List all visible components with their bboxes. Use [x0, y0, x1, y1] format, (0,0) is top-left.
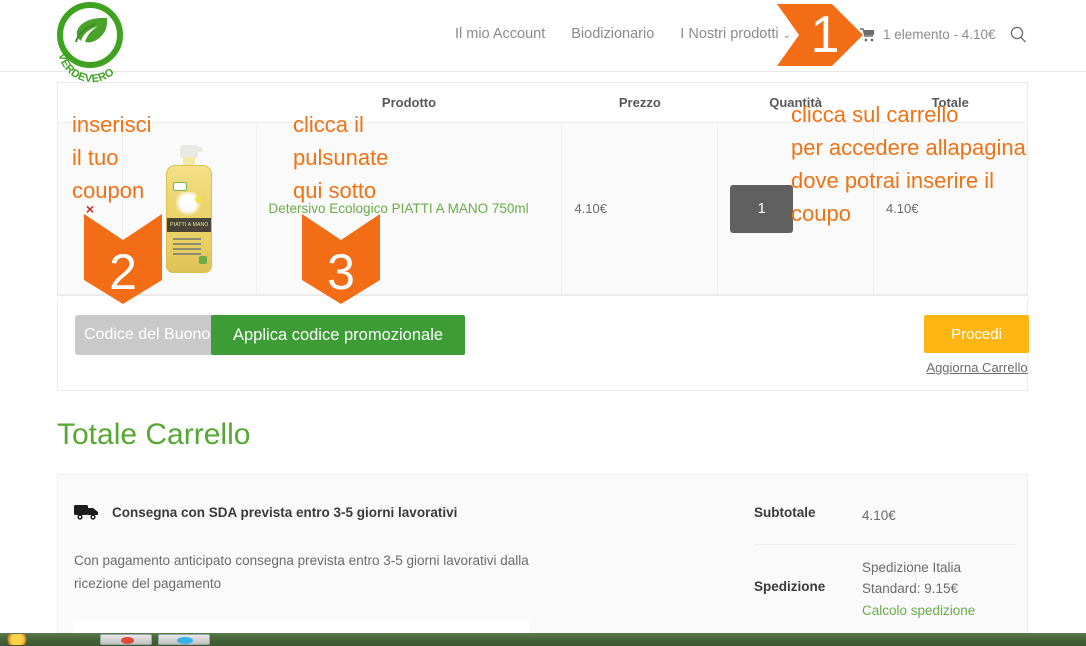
nav-item-prodotti[interactable]: I Nostri prodotti ⌄	[680, 26, 791, 42]
shipping-label: Spedizione	[754, 579, 826, 594]
table-row: × PIATTI A MANO Detersivo Ecologico PIAT…	[58, 122, 1027, 295]
proceed-button[interactable]: Procedi	[924, 315, 1029, 353]
shipping-method-price: Standard: 9.15€	[862, 581, 959, 596]
product-thumbnail: PIATTI A MANO	[161, 144, 217, 273]
cart-page: VERDEVERO Il mio Account Biodizionario I…	[0, 0, 1086, 646]
shipping-notice-body: Con pagamento anticipato consegna previs…	[74, 553, 529, 591]
main-nav: Il mio Account Biodizionario I Nostri pr…	[455, 26, 791, 42]
truck-icon	[74, 505, 98, 520]
cell-line-total: 4.10€	[873, 122, 1027, 295]
subtotal-value: 4.10€	[862, 508, 896, 523]
col-thumbnail	[122, 83, 257, 123]
site-logo[interactable]: VERDEVERO	[55, 2, 129, 86]
taskbar-item-1[interactable]	[100, 634, 152, 645]
col-total: Totale	[873, 83, 1027, 123]
quantity-stepper[interactable]: 1	[730, 184, 794, 233]
totals-row-shipping: Spedizione Spedizione Italia Standard: 9…	[754, 545, 1016, 634]
cart-table-body: × PIATTI A MANO Detersivo Ecologico PIAT…	[58, 122, 1027, 295]
col-price: Prezzo	[561, 83, 718, 123]
annotation-number-1: 1	[810, 6, 840, 64]
col-remove	[58, 83, 123, 123]
cart-summary[interactable]: 1 elemento - 4.10€	[860, 27, 996, 42]
col-product: Prodotto	[256, 83, 562, 123]
apply-coupon-button[interactable]: Applica codice promozionale	[211, 315, 466, 355]
logo-wordmark: VERDEVERO	[55, 42, 129, 86]
cart-summary-text: 1 elemento - 4.10€	[883, 27, 996, 42]
shipping-method-name: Spedizione Italia	[862, 560, 962, 575]
shipping-notice: Consegna con SDA prevista entro 3-5 gior…	[74, 503, 734, 595]
svg-text:VERDEVERO: VERDEVERO	[56, 52, 117, 86]
search-icon[interactable]	[1010, 26, 1027, 43]
page-title: Totale Carrello	[57, 418, 251, 451]
thumbnail-label: PIATTI A MANO	[170, 221, 209, 228]
shipping-notice-title: Consegna con SDA prevista entro 3-5 gior…	[112, 504, 458, 520]
coupon-row: Applica codice promozionale Procedi Aggi…	[57, 299, 1029, 391]
start-button-icon[interactable]	[4, 634, 30, 645]
calculate-shipping-link[interactable]: Calcolo spedizione	[862, 600, 1016, 621]
nav-item-prodotti-label: I Nostri prodotti	[680, 26, 779, 42]
annotation-arrow-2: 2	[82, 214, 164, 304]
nav-item-account[interactable]: Il mio Account	[455, 26, 545, 42]
annotation-number-2: 2	[109, 244, 137, 300]
totals-table: Subtotale 4.10€ Spedizione Spedizione It…	[754, 487, 1016, 646]
os-taskbar	[0, 633, 1086, 646]
leaf-icon	[75, 17, 107, 43]
cart-table-head: Prodotto Prezzo Quantità Totale	[58, 83, 1027, 123]
annotation-number-3: 3	[327, 244, 355, 300]
coupon-input[interactable]	[75, 315, 227, 355]
annotation-arrow-1: 1	[777, 2, 863, 68]
update-cart-link[interactable]: Aggiorna Carrello	[922, 360, 1032, 375]
subtotal-label: Subtotale	[754, 505, 816, 520]
taskbar-item-2[interactable]	[158, 634, 210, 645]
nav-item-biodizionario[interactable]: Biodizionario	[571, 26, 654, 42]
totals-row-subtotal: Subtotale 4.10€	[754, 487, 1016, 545]
annotation-arrow-3: 3	[300, 214, 382, 304]
cart-table-card: Prodotto Prezzo Quantità Totale × PIATTI…	[57, 82, 1028, 296]
cart-table: Prodotto Prezzo Quantità Totale × PIATTI…	[58, 83, 1027, 295]
cell-price: 4.10€	[561, 122, 719, 295]
cell-quantity: 1	[717, 122, 874, 295]
cart-totals-panel: Consegna con SDA prevista entro 3-5 gior…	[57, 474, 1028, 646]
site-header: VERDEVERO Il mio Account Biodizionario I…	[0, 0, 1086, 86]
logo-text: VERDEVERO	[56, 52, 117, 86]
col-quantity: Quantità	[717, 83, 874, 123]
shipping-value: Spedizione Italia Standard: 9.15€ Calcol…	[862, 545, 1016, 633]
